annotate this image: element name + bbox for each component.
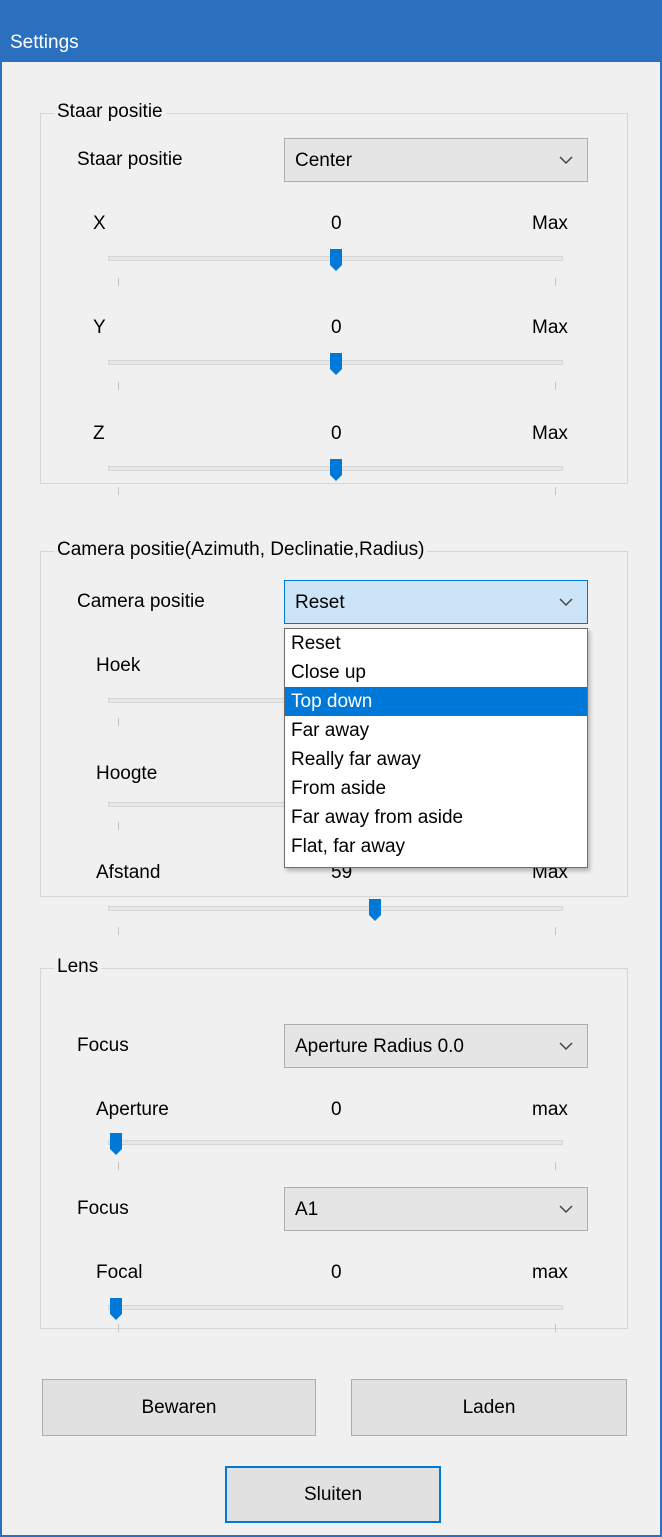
chevron-down-icon [559,1042,573,1051]
slider-z-tick-max [555,487,556,495]
title-bar: Settings [2,2,662,62]
focus2-combo[interactable]: A1 [284,1187,588,1231]
settings-window: Settings Staar positie Staar positie Cen… [0,0,662,1537]
aperture-value: 0 [331,1099,342,1120]
staar-combo-value: Center [295,150,353,171]
slider-afstand-tick-max [555,927,556,935]
aperture-tick-min [118,1162,119,1170]
slider-afstand-track[interactable] [108,906,563,911]
focus2-label: Focus [77,1198,129,1219]
load-button[interactable]: Laden [351,1379,627,1436]
slider-thumb-icon[interactable] [330,353,342,375]
focus1-combo[interactable]: Aperture Radius 0.0 [284,1024,588,1068]
camera-positie-dropdown: Reset Close up Top down Far away Really … [284,628,588,868]
lens-group-title: Lens [54,956,102,978]
focal-tick-max [555,1324,556,1332]
slider-thumb-icon[interactable] [369,899,381,921]
slider-afstand-tick-min [118,927,119,935]
slider-y-tick-min [118,382,119,390]
focal-label: Focal [96,1262,143,1283]
slider-z-tick-min [118,487,119,495]
focus1-combo-value: Aperture Radius 0.0 [295,1036,464,1057]
dropdown-option-top-down[interactable]: Top down [285,687,587,716]
dropdown-option-close-up[interactable]: Close up [285,658,587,687]
focal-slider-track[interactable] [108,1305,563,1310]
slider-x-tick-max [555,278,556,286]
dropdown-option-far-away-from-aside[interactable]: Far away from aside [285,803,587,832]
focus1-label: Focus [77,1035,129,1056]
slider-thumb-icon[interactable] [330,249,342,271]
slider-thumb-icon[interactable] [330,459,342,481]
dropdown-option-flat-far-away[interactable]: Flat, far away [285,832,587,861]
staar-positie-combo[interactable]: Center [284,138,588,182]
slider-z-label: Z [93,423,105,444]
slider-hoogte-tick-min [118,822,119,830]
chevron-down-icon [559,156,573,165]
dropdown-option-far-away[interactable]: Far away [285,716,587,745]
dropdown-option-really-far-away[interactable]: Really far away [285,745,587,774]
slider-hoek-label: Hoek [96,655,141,676]
slider-x-label: X [93,213,106,234]
save-button[interactable]: Bewaren [42,1379,316,1436]
slider-afstand-label: Afstand [96,862,161,883]
focal-tick-min [118,1324,119,1332]
chevron-down-icon [559,1205,573,1214]
slider-hoek-tick-min [118,718,119,726]
camera-positie-combo[interactable]: Reset [284,580,588,624]
dropdown-option-reset[interactable]: Reset [285,629,587,658]
aperture-max: max [532,1099,568,1120]
slider-y-label: Y [93,317,106,338]
slider-x-value: 0 [331,213,342,234]
slider-z-value: 0 [331,423,342,444]
staar-group-title: Staar positie [54,101,166,123]
slider-x-tick-min [118,278,119,286]
aperture-slider-track[interactable] [108,1140,563,1145]
aperture-label: Aperture [96,1099,169,1120]
slider-thumb-icon[interactable] [110,1298,122,1320]
camera-combo-value: Reset [295,592,345,613]
focal-value: 0 [331,1262,342,1283]
slider-hoogte-label: Hoogte [96,763,158,784]
slider-thumb-icon[interactable] [110,1133,122,1155]
dropdown-option-from-aside[interactable]: From aside [285,774,587,803]
slider-z-max: Max [532,423,568,444]
focus2-combo-value: A1 [295,1199,319,1220]
slider-y-tick-max [555,382,556,390]
close-button[interactable]: Sluiten [225,1466,441,1523]
slider-x-max: Max [532,213,568,234]
camera-combo-label: Camera positie [77,591,205,612]
chevron-down-icon [559,598,573,607]
focal-max: max [532,1262,568,1283]
slider-y-max: Max [532,317,568,338]
aperture-tick-max [555,1162,556,1170]
staar-combo-label: Staar positie [77,149,183,170]
camera-group-title: Camera positie(Azimuth, Declinatie,Radiu… [54,539,428,561]
slider-y-value: 0 [331,317,342,338]
window-title: Settings [10,32,79,53]
